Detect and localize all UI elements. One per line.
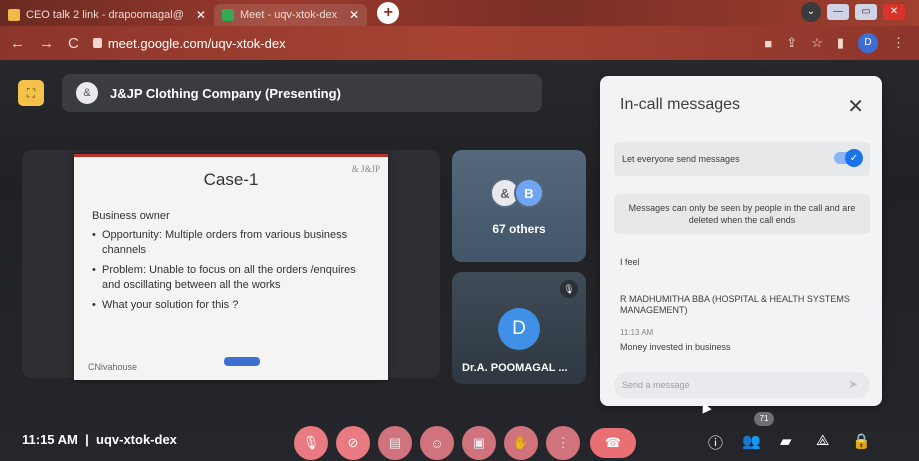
hand-icon: ✋ — [512, 435, 530, 450]
participant-tile[interactable]: 🎙 D Dr.A. POOMAGAL ... — [452, 272, 586, 384]
allow-messages-row: Let everyone send messages ✓ — [614, 142, 870, 176]
close-window-button[interactable]: ✕ — [883, 4, 905, 20]
others-count-label: 67 others — [492, 222, 546, 236]
message-input-row: ➤ — [614, 372, 870, 398]
avatar: B — [514, 178, 544, 208]
forward-icon[interactable]: → — [39, 35, 54, 52]
reactions-button[interactable]: ☺ — [420, 426, 454, 460]
more-options-button[interactable]: ⋮ — [546, 426, 580, 460]
slide-bullets: Opportunity: Multiple orders from variou… — [92, 228, 372, 318]
chat-notice: Messages can only be seen by people in t… — [614, 194, 870, 234]
chat-message: Money invested in business — [620, 342, 731, 352]
participant-name: Dr.A. POOMAGAL ... — [462, 362, 568, 374]
minimize-button[interactable]: — — [827, 4, 849, 20]
in-call-messages-panel: In-call messages ✕ Let everyone send mes… — [600, 76, 882, 406]
present-icon: ▣ — [472, 435, 486, 450]
captions-icon: ▤ — [388, 435, 402, 450]
meet-icon — [221, 9, 234, 21]
activities-icon[interactable]: ⟁ — [816, 432, 829, 449]
close-icon[interactable]: ✕ — [847, 94, 864, 119]
participant-avatar: D — [498, 308, 540, 350]
menu-icon[interactable]: ⋮ — [892, 35, 905, 51]
send-icon[interactable]: ➤ — [848, 377, 858, 391]
chat-message: I feel — [620, 257, 640, 267]
close-tab-icon[interactable]: ✕ — [196, 8, 206, 22]
presenting-banner: & J&JP Clothing Company (Presenting) — [62, 74, 542, 112]
new-tab-button[interactable]: + — [377, 2, 400, 24]
browser-tab-strip: CEO talk 2 link - drapoomagal@ ✕ Meet - … — [0, 0, 919, 26]
slide-accent-line — [74, 154, 388, 157]
meeting-time: 11:15 AM — [22, 432, 78, 447]
browser-tab-meet[interactable]: Meet - uqv-xtok-dex ✕ — [213, 4, 368, 26]
slide-title: Case-1 — [203, 170, 259, 189]
stop-presenting-icon[interactable]: ⛶ — [18, 80, 44, 106]
url-field[interactable]: meet.google.com/uqv-xtok-dex — [92, 35, 286, 51]
mic-off-icon: 🎙 — [560, 280, 578, 298]
meeting-code: uqv-xtok-dex — [96, 432, 177, 447]
participant-count-badge: 71 — [754, 412, 774, 426]
message-time: 11:13 AM — [620, 328, 654, 337]
slide-subtitle: Business owner — [92, 210, 170, 222]
phone-hangup-icon: ☎ — [604, 435, 622, 450]
bottom-toolbar: 11:15 AM | uqv-xtok-dex 🎙 ⊘ ▤ ☺ ▣ ✋ ⋮ ☎ … — [0, 412, 919, 461]
mic-toggle-button[interactable]: 🎙 — [294, 426, 328, 460]
toggle-label: Let everyone send messages — [622, 154, 740, 164]
mic-off-icon: 🎙 — [302, 435, 320, 450]
chat-icon[interactable]: ▰ — [780, 432, 792, 450]
more-icon: ⋮ — [556, 435, 570, 450]
reload-icon[interactable]: C — [68, 35, 79, 52]
meeting-info: 11:15 AM | uqv-xtok-dex — [22, 432, 177, 447]
host-controls-icon[interactable]: 🔒 — [852, 432, 871, 450]
others-tile[interactable]: & B 67 others — [452, 150, 586, 262]
profile-avatar[interactable]: D — [858, 33, 878, 53]
share-icon[interactable]: ⇪ — [786, 35, 797, 51]
send-message-input[interactable] — [622, 376, 832, 394]
camera-off-icon: ⊘ — [347, 435, 359, 450]
slide-bullet: What your solution for this ? — [92, 298, 372, 313]
chat-title: In-call messages — [620, 96, 741, 113]
camera-icon[interactable]: ■ — [764, 36, 772, 51]
raise-hand-button[interactable]: ✋ — [504, 426, 538, 460]
screen: CEO talk 2 link - drapoomagal@ ✕ Meet - … — [0, 0, 919, 461]
address-bar: ← → C meet.google.com/uqv-xtok-dex ■ ⇪ ☆… — [0, 26, 919, 60]
people-icon[interactable]: 👥 — [742, 432, 761, 450]
tab-label: CEO talk 2 link - drapoomagal@ — [26, 9, 184, 21]
lock-icon — [92, 38, 102, 48]
check-icon: ✓ — [845, 149, 863, 167]
slide-footer-logo: CNivahouse — [88, 362, 138, 372]
presentation-slide: & J&JP Case-1 Business owner Opportunity… — [74, 154, 388, 380]
presenter-bar: ⛶ & J&JP Clothing Company (Presenting) — [18, 74, 542, 112]
tab-search-icon[interactable]: ⌄ — [801, 2, 821, 22]
url-text: meet.google.com/uqv-xtok-dex — [107, 35, 286, 51]
star-icon[interactable]: ☆ — [811, 35, 823, 51]
slide-button-graphic — [224, 357, 260, 366]
emoji-icon: ☺ — [430, 435, 444, 451]
close-tab-icon[interactable]: ✕ — [349, 8, 359, 22]
maximize-button[interactable]: ▭ — [855, 4, 877, 20]
others-avatars: & B — [490, 178, 544, 208]
gmail-icon — [8, 9, 20, 21]
separator: | — [81, 432, 93, 447]
presenting-title: J&JP Clothing Company (Presenting) — [110, 85, 341, 101]
leave-call-button[interactable]: ☎ — [590, 428, 636, 458]
back-icon[interactable]: ← — [10, 35, 25, 52]
slide-bullet: Problem: Unable to focus on all the orde… — [92, 263, 372, 293]
window-controls: ⌄ — ▭ ✕ — [801, 2, 905, 22]
present-button[interactable]: ▣ — [462, 426, 496, 460]
address-bar-icons: ■ ⇪ ☆ ▮ D ⋮ — [764, 33, 905, 53]
captions-button[interactable]: ▤ — [378, 426, 412, 460]
allow-messages-toggle[interactable]: ✓ — [834, 149, 863, 167]
camera-toggle-button[interactable]: ⊘ — [336, 426, 370, 460]
tab-label: Meet - uqv-xtok-dex — [239, 9, 338, 21]
presenter-avatar: & — [76, 82, 98, 104]
message-sender: R MADHUMITHA BBA (HOSPITAL & HEALTH SYST… — [620, 294, 850, 315]
info-icon[interactable]: ⓘ — [708, 432, 723, 453]
slide-bullet: Opportunity: Multiple orders from variou… — [92, 228, 372, 258]
sidepanel-icon[interactable]: ▮ — [837, 35, 844, 51]
browser-tab-ceo-talk[interactable]: CEO talk 2 link - drapoomagal@ ✕ — [0, 4, 214, 26]
